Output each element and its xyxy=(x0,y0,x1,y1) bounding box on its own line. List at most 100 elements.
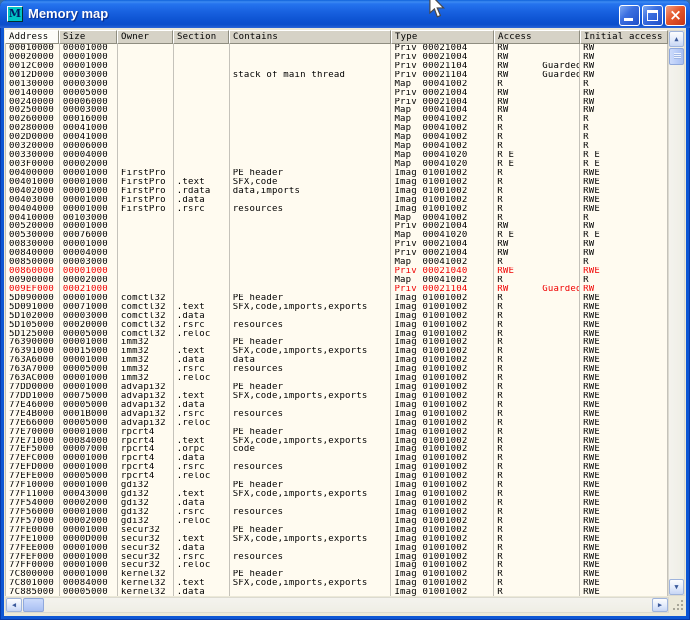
table-row[interactable]: 77FF000000001000secur32.relocImag 010010… xyxy=(6,561,668,570)
cell-owner: comctl32 xyxy=(118,303,174,312)
cell-contains xyxy=(230,115,392,124)
table-row[interactable]: 0012C00000001000Priv 00021104RW GuardedR… xyxy=(6,62,668,71)
close-button[interactable]: × xyxy=(665,5,686,26)
column-header-address[interactable]: Address xyxy=(5,30,59,44)
table-row[interactable]: 0025000000003000Map 00041004RWRW xyxy=(6,106,668,115)
table-row[interactable]: 0026000000016000Map 00041002RR xyxy=(6,115,668,124)
scroll-right-button[interactable]: ▶ xyxy=(652,598,668,612)
cell-size: 00001000 xyxy=(60,338,118,347)
table-row[interactable]: 77F5700000002000gdi32.relocImag 01001002… xyxy=(6,517,668,526)
table-row[interactable]: 77E4B0000001B000advapi32.rsrcresourcesIm… xyxy=(6,410,668,419)
maximize-button[interactable] xyxy=(642,5,663,26)
cell-type: Imag 01001002 xyxy=(391,544,494,553)
table-row[interactable]: 77EFD00000001000rpcrt4.rsrcresourcesImag… xyxy=(6,463,668,472)
table-row[interactable]: 0028000000041000Map 00041002RR xyxy=(6,124,668,133)
table-row[interactable]: 77EF500000007000rpcrt4.orpccodeImag 0100… xyxy=(6,445,668,454)
scroll-down-button[interactable]: ▼ xyxy=(669,579,684,595)
table-row[interactable]: 5D09000000001000comctl32PE headerImag 01… xyxy=(6,294,668,303)
table-row[interactable]: 0032000000006000Map 00041002RR xyxy=(6,142,668,151)
table-row[interactable]: 763A600000001000imm32.datadataImag 01001… xyxy=(6,356,668,365)
table-row[interactable]: 7C80100000084000kernel32.textSFX,code,im… xyxy=(6,579,668,588)
cell-initial_access: R xyxy=(580,142,668,151)
cell-type: Imag 01001002 xyxy=(391,338,494,347)
table-row[interactable]: 77F5400000002000gdi32.dataImag 01001002R… xyxy=(6,499,668,508)
table-row[interactable]: 5D10500000020000comctl32.rsrcresourcesIm… xyxy=(6,321,668,330)
cell-size: 00041000 xyxy=(60,124,118,133)
table-row[interactable]: 0040400000001000FirstPro.rsrcresourcesIm… xyxy=(6,205,668,214)
table-row[interactable]: 77E7100000084000rpcrt4.textSFX,code,impo… xyxy=(6,437,668,446)
cell-type: Imag 01001002 xyxy=(391,463,494,472)
column-header-size[interactable]: Size xyxy=(59,30,117,44)
column-header-contains[interactable]: Contains xyxy=(229,30,391,44)
table-row[interactable]: 77E7000000001000rpcrt4PE headerImag 0100… xyxy=(6,428,668,437)
minimize-button[interactable] xyxy=(619,5,640,26)
horizontal-scrollbar[interactable]: ◀ ▶ xyxy=(5,597,669,613)
table-row[interactable]: 5D09100000071000comctl32.textSFX,code,im… xyxy=(6,303,668,312)
table-row[interactable]: 0040100000001000FirstPro.textSFX,codeIma… xyxy=(6,178,668,187)
cell-contains: PE header xyxy=(230,383,392,392)
table-row[interactable]: 0041000000103000Map 00041002RR xyxy=(6,214,668,223)
cell-initial_access: RWE xyxy=(580,437,668,446)
cell-contains: SFX,code,imports,exports xyxy=(230,303,392,312)
table-row[interactable]: 77FE000000001000secur32PE headerImag 010… xyxy=(6,526,668,535)
cell-contains: code xyxy=(230,445,392,454)
table-row[interactable]: 77F1100000043000gdi32.textSFX,code,impor… xyxy=(6,490,668,499)
column-header-type[interactable]: Type xyxy=(391,30,494,44)
table-row[interactable]: 77FE10000000D000secur32.textSFX,code,imp… xyxy=(6,535,668,544)
table-row[interactable]: 0086000000001000Priv 00021040RWERWE xyxy=(6,267,668,276)
cell-initial_access: RWE xyxy=(580,312,668,321)
column-header-access[interactable]: Access xyxy=(494,30,580,44)
table-row[interactable]: 009EF00000021000Priv 00021104RW GuardedR… xyxy=(6,285,668,294)
table-row[interactable]: 003F000000002000Map 00041020R ER E xyxy=(6,160,668,169)
table-row[interactable]: 0090000000002000Map 00041002RR xyxy=(6,276,668,285)
table-row[interactable]: 0002000000001000Priv 00021004RWRW xyxy=(6,53,668,62)
horizontal-scroll-thumb[interactable] xyxy=(23,598,44,612)
table-row[interactable]: 7C80000000001000kernel32PE headerImag 01… xyxy=(6,570,668,579)
table-row[interactable]: 77EFE00000005000rpcrt4.relocImag 0100100… xyxy=(6,472,668,481)
scroll-left-button[interactable]: ◀ xyxy=(6,598,22,612)
column-header-initial-access[interactable]: Initial access xyxy=(580,30,668,44)
table-row[interactable]: 763A700000005000imm32.rsrcresourcesImag … xyxy=(6,365,668,374)
table-row[interactable]: 763AC00000001000imm32.relocImag 01001002… xyxy=(6,374,668,383)
table-row[interactable]: 0040300000001000FirstPro.dataImag 010010… xyxy=(6,196,668,205)
table-row[interactable]: 77DD100000075000advapi32.textSFX,code,im… xyxy=(6,392,668,401)
table-row[interactable]: 77E4600000005000advapi32.dataImag 010010… xyxy=(6,401,668,410)
table-row[interactable]: 0012D00000003000stack of main threadPriv… xyxy=(6,71,668,80)
table-row[interactable]: 0024000000006000Priv 00021004RWRW xyxy=(6,98,668,107)
column-header-owner[interactable]: Owner xyxy=(117,30,173,44)
vertical-scroll-thumb[interactable] xyxy=(669,48,684,65)
table-row[interactable]: 5D10200000003000comctl32.dataImag 010010… xyxy=(6,312,668,321)
cell-initial_access: RWE xyxy=(580,419,668,428)
column-header-section[interactable]: Section xyxy=(173,30,229,44)
table-row[interactable]: 0084000000004000Priv 00021004RWRW xyxy=(6,249,668,258)
cell-contains xyxy=(230,588,392,596)
table-row[interactable]: 5D12500000005000comctl32.relocImag 01001… xyxy=(6,330,668,339)
table-row[interactable]: 0053000000076000Map 00041020R ER E xyxy=(6,231,668,240)
table-row[interactable]: 77F5600000001000gdi32.rsrcresourcesImag … xyxy=(6,508,668,517)
table-row[interactable]: 77FEF00000001000secur32.rsrcresourcesIma… xyxy=(6,553,668,562)
scroll-up-button[interactable]: ▲ xyxy=(669,31,684,47)
table-row[interactable]: 77E6600000005000advapi32.relocImag 01001… xyxy=(6,419,668,428)
table-row[interactable]: 002D000000041000Map 00041002RR xyxy=(6,133,668,142)
table-row[interactable]: 0040000000001000FirstProPE headerImag 01… xyxy=(6,169,668,178)
table-row[interactable]: 7639100000015000imm32.textSFX,code,impor… xyxy=(6,347,668,356)
titlebar[interactable]: M Memory map × xyxy=(0,0,690,28)
cell-section xyxy=(174,89,230,98)
table-row[interactable]: 0033000000004000Map 00041020R ER E xyxy=(6,151,668,160)
table-row[interactable]: 77EFC00000001000rpcrt4.dataImag 01001002… xyxy=(6,454,668,463)
table-row[interactable]: 0052000000001000Priv 00021004RWRW xyxy=(6,222,668,231)
resize-grip[interactable] xyxy=(671,598,685,612)
table-row[interactable]: 7639000000001000imm32PE headerImag 01001… xyxy=(6,338,668,347)
table-row[interactable]: 0013000000003000Map 00041002RR xyxy=(6,80,668,89)
table-row[interactable]: 0085000000003000Map 00041002RR xyxy=(6,258,668,267)
table-row[interactable]: 0014000000005000Priv 00021004RWRW xyxy=(6,89,668,98)
table-row[interactable]: 77FEE00000001000secur32.dataImag 0100100… xyxy=(6,544,668,553)
cell-owner xyxy=(118,124,174,133)
table-row[interactable]: 77DD000000001000advapi32PE headerImag 01… xyxy=(6,383,668,392)
vertical-scrollbar[interactable]: ▲ ▼ xyxy=(668,30,685,596)
table-row[interactable]: 77F1000000001000gdi32PE headerImag 01001… xyxy=(6,481,668,490)
table-row[interactable]: 7C88500000005000kernel32.dataImag 010010… xyxy=(6,588,668,596)
table-row[interactable]: 0040200000001000FirstPro.rdatadata,impor… xyxy=(6,187,668,196)
table-row[interactable]: 0001000000001000Priv 00021004RWRW xyxy=(6,44,668,53)
table-row[interactable]: 0083000000001000Priv 00021004RWRW xyxy=(6,240,668,249)
